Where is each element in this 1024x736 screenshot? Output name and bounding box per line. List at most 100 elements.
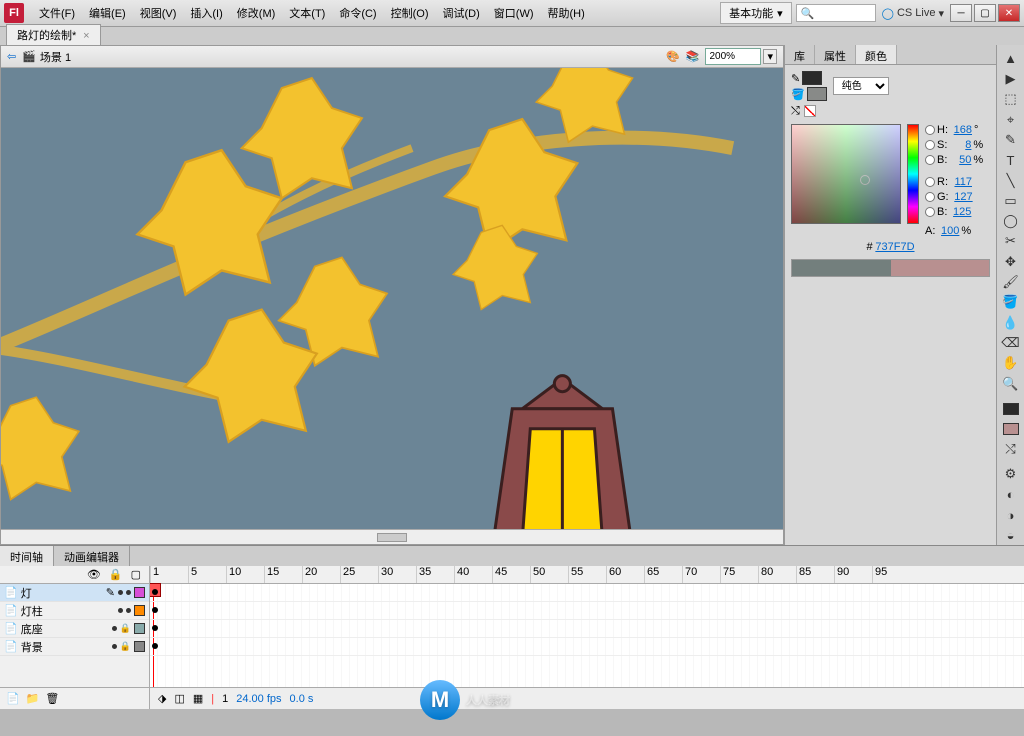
keyframe[interactable]: [152, 589, 158, 595]
line-tool[interactable]: ╲: [1000, 171, 1022, 190]
hue-slider[interactable]: [907, 124, 919, 224]
layer-row[interactable]: 📄背景 🔒: [0, 638, 149, 656]
maximize-button[interactable]: ▢: [974, 4, 996, 22]
chevron-down-icon: ▾: [777, 7, 783, 20]
radio-h[interactable]: [925, 125, 935, 135]
tab-close-icon[interactable]: ×: [83, 30, 89, 42]
tab-timeline[interactable]: 时间轴: [0, 546, 54, 566]
oval-tool[interactable]: ◯: [1000, 212, 1022, 231]
back-icon[interactable]: ⇦: [7, 50, 16, 63]
selection-tool[interactable]: ▲: [1000, 49, 1022, 68]
lock-icon[interactable]: 🔒: [109, 568, 123, 581]
rectangle-tool[interactable]: ▭: [1000, 191, 1022, 210]
layer-row[interactable]: 📄灯柱: [0, 602, 149, 620]
edit-symbols-icon[interactable]: 📚: [686, 50, 700, 63]
hex-value[interactable]: 737F7D: [875, 241, 914, 253]
tab-library[interactable]: 库: [785, 45, 815, 64]
onion-skin-icon[interactable]: ⬗: [158, 692, 166, 705]
layer-row[interactable]: 📄底座 🔒: [0, 620, 149, 638]
eraser-tool[interactable]: ⌫: [1000, 333, 1022, 352]
radio-bb[interactable]: [925, 207, 935, 217]
deco-tool[interactable]: 🖌: [1000, 272, 1022, 291]
no-color-icon[interactable]: [804, 105, 816, 117]
value-a[interactable]: 100: [937, 225, 959, 237]
option-1[interactable]: ⚙: [1000, 465, 1022, 484]
zoom-input[interactable]: [705, 48, 761, 65]
tab-color[interactable]: 颜色: [856, 45, 897, 64]
radio-b[interactable]: [925, 155, 935, 165]
eye-icon[interactable]: 👁: [87, 568, 101, 581]
pencil-tool[interactable]: ✂: [1000, 232, 1022, 251]
menu-commands[interactable]: 命令(C): [332, 1, 383, 25]
keyframe[interactable]: [152, 643, 158, 649]
color-field[interactable]: [791, 124, 901, 224]
document-tab[interactable]: 路灯的绘制* ×: [6, 24, 101, 45]
pen-tool[interactable]: ✎: [1000, 130, 1022, 149]
horizontal-scrollbar[interactable]: [1, 529, 783, 544]
menu-text[interactable]: 文本(T): [282, 1, 332, 25]
menu-debug[interactable]: 调试(D): [436, 1, 487, 25]
frames-area[interactable]: 15101520253035404550556065707580859095 ⬗…: [150, 566, 1024, 709]
keyframe[interactable]: [152, 625, 158, 631]
new-layer-button[interactable]: 📄: [6, 692, 20, 705]
paint-bucket-tool[interactable]: 🪣: [1000, 293, 1022, 312]
menu-window[interactable]: 窗口(W): [487, 1, 541, 25]
keyframe[interactable]: [152, 607, 158, 613]
free-transform-tool[interactable]: ⬚: [1000, 90, 1022, 109]
menu-edit[interactable]: 编辑(E): [82, 1, 133, 25]
radio-s[interactable]: [925, 140, 935, 150]
menu-help[interactable]: 帮助(H): [541, 1, 592, 25]
value-h[interactable]: 168: [950, 124, 972, 136]
edit-frames-icon[interactable]: ▦: [193, 692, 203, 705]
zoom-tool[interactable]: 🔍: [1000, 374, 1022, 393]
value-r[interactable]: 117: [950, 176, 972, 188]
swap-icon[interactable]: ⤭: [1000, 440, 1022, 459]
hand-tool[interactable]: ✋: [1000, 354, 1022, 373]
menu-insert[interactable]: 插入(I): [183, 1, 229, 25]
fill-type-select[interactable]: 纯色: [833, 77, 889, 95]
text-tool[interactable]: T: [1000, 151, 1022, 170]
option-3[interactable]: ◑: [1000, 505, 1022, 524]
menu-modify[interactable]: 修改(M): [230, 1, 283, 25]
outline-icon[interactable]: ▢: [131, 568, 141, 581]
stroke-color[interactable]: [1000, 399, 1022, 418]
value-g[interactable]: 127: [951, 191, 973, 203]
menu-file[interactable]: 文件(F): [32, 1, 82, 25]
fill-color[interactable]: [1000, 419, 1022, 438]
radio-r[interactable]: [925, 177, 935, 187]
swap-colors-icon[interactable]: ⤭: [791, 105, 800, 118]
value-s[interactable]: 8: [949, 139, 971, 151]
subselection-tool[interactable]: ▶: [1000, 69, 1022, 88]
stroke-swatch[interactable]: [802, 71, 822, 85]
edit-icon: ✎: [106, 586, 115, 599]
timeline-panel: 时间轴 动画编辑器 👁 🔒 ▢ 📄灯 ✎ 📄灯柱 📄底座 🔒: [0, 545, 1024, 709]
edit-scene-icon[interactable]: 🎨: [666, 50, 680, 63]
lasso-tool[interactable]: ⌖: [1000, 110, 1022, 129]
radio-g[interactable]: [925, 192, 935, 202]
zoom-dropdown-icon[interactable]: ▾: [763, 49, 777, 64]
onion-outlines-icon[interactable]: ◫: [174, 692, 184, 705]
layer-row[interactable]: 📄灯 ✎: [0, 584, 149, 602]
value-bv[interactable]: 50: [949, 154, 971, 166]
fps-display[interactable]: 24.00 fps: [236, 693, 281, 705]
delete-layer-button[interactable]: 🗑: [45, 692, 59, 705]
canvas[interactable]: [1, 68, 783, 529]
option-4[interactable]: ◒: [1000, 526, 1022, 545]
cslive-button[interactable]: ◯CS Live ▾: [882, 7, 944, 20]
minimize-button[interactable]: ─: [950, 4, 972, 22]
layer-list: 👁 🔒 ▢ 📄灯 ✎ 📄灯柱 📄底座 🔒 📄背景 🔒: [0, 566, 150, 709]
workspace-switcher[interactable]: 基本功能 ▾: [720, 2, 792, 24]
brush-tool[interactable]: ✥: [1000, 252, 1022, 271]
tab-properties[interactable]: 属性: [815, 45, 856, 64]
tab-motion-editor[interactable]: 动画编辑器: [54, 546, 130, 566]
new-folder-button[interactable]: 📁: [26, 692, 40, 705]
close-button[interactable]: ✕: [998, 4, 1020, 22]
value-b[interactable]: 125: [949, 206, 971, 218]
menu-view[interactable]: 视图(V): [133, 1, 184, 25]
search-input[interactable]: 🔍: [796, 4, 876, 22]
fill-swatch[interactable]: [807, 87, 827, 101]
menu-control[interactable]: 控制(O): [384, 1, 436, 25]
frame-ruler[interactable]: 15101520253035404550556065707580859095: [150, 566, 1024, 584]
option-2[interactable]: ◐: [1000, 485, 1022, 504]
eyedropper-tool[interactable]: 💧: [1000, 313, 1022, 332]
